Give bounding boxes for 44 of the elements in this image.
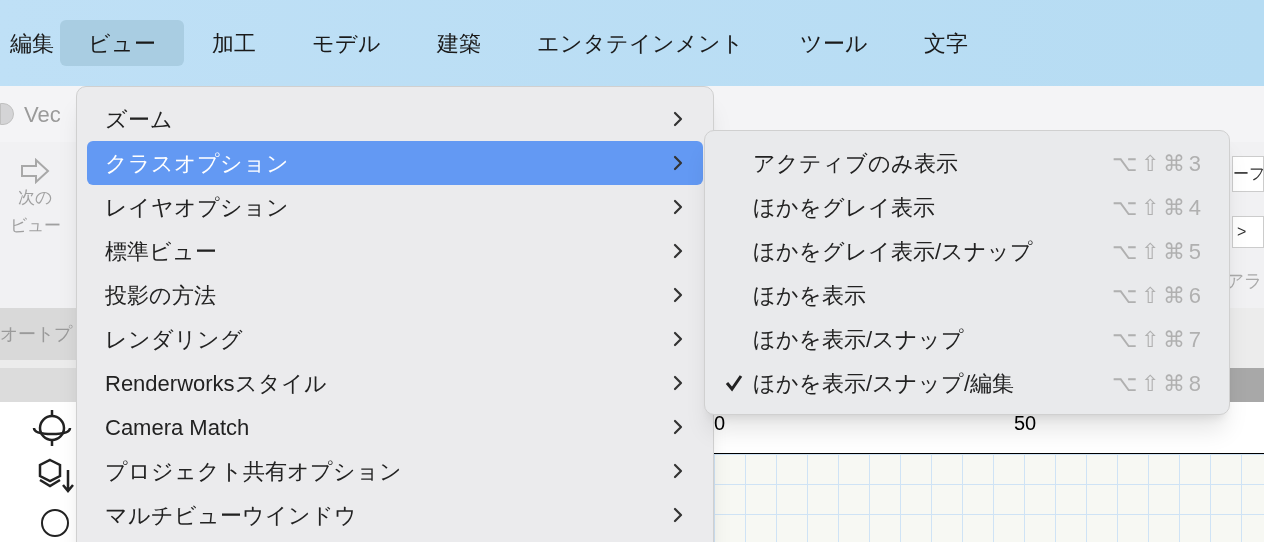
menu-item[interactable]: Camera Match: [87, 405, 703, 449]
menu-bar-item[interactable]: ビュー: [60, 20, 184, 66]
chevron-right-icon: [673, 287, 683, 303]
chevron-right-icon: [673, 507, 683, 523]
panel-label: オートプ: [0, 322, 72, 346]
arrow-right-icon: [20, 158, 50, 184]
chevron-right-icon: [673, 331, 683, 347]
menu-item[interactable]: Renderworksスタイル: [87, 361, 703, 405]
menu-bar-item[interactable]: エンタテインメント: [509, 20, 772, 66]
menu-bar-item[interactable]: モデル: [284, 20, 409, 66]
menu-bar-item[interactable]: 建築: [409, 20, 509, 66]
orbit-icon: [30, 408, 74, 448]
ruler-label: 0: [714, 411, 726, 436]
menu-item[interactable]: 投影の方法: [87, 273, 703, 317]
menu-item[interactable]: ほかをグレイ表示 ⌥⇧⌘4: [705, 185, 1229, 229]
chevron-right-icon: [673, 463, 683, 479]
menu-bar-item[interactable]: 文字: [896, 20, 996, 66]
checkmark-icon: [725, 374, 743, 392]
menu-item[interactable]: レンダリング: [87, 317, 703, 361]
menu-item[interactable]: マルチビューウインドウ: [87, 493, 703, 537]
menu-item[interactable]: ほかを表示 ⌥⇧⌘6: [705, 273, 1229, 317]
menu-item[interactable]: プロジェクト共有オプション: [87, 449, 703, 493]
input-field[interactable]: >: [1232, 216, 1264, 248]
chevron-right-icon: [673, 155, 683, 171]
window-button[interactable]: [0, 103, 14, 125]
menu-item[interactable]: ズーム: [87, 97, 703, 141]
chevron-right-icon: [673, 375, 683, 391]
menu-item[interactable]: ほかをグレイ表示/スナップ ⌥⇧⌘5: [705, 229, 1229, 273]
input-field[interactable]: ーフ: [1232, 156, 1264, 192]
menu-item[interactable]: アクティブのみ表示 ⌥⇧⌘3: [705, 141, 1229, 185]
chevron-right-icon: [673, 419, 683, 435]
menu-bar-item[interactable]: 加工: [184, 20, 284, 66]
menu-item[interactable]: 標準ビュー: [87, 229, 703, 273]
circle-icon: [40, 508, 70, 538]
menu-bar-item[interactable]: ツール: [772, 20, 896, 66]
ruler-label: 50: [1014, 411, 1037, 436]
chevron-right-icon: [673, 111, 683, 127]
window-title: Vec: [24, 100, 61, 129]
menu-item[interactable]: レイヤオプション: [87, 185, 703, 229]
chevron-right-icon: [673, 199, 683, 215]
menu-item[interactable]: ほかを表示/スナップ/編集 ⌥⇧⌘8: [705, 361, 1229, 405]
menu-item[interactable]: ほかを表示/スナップ ⌥⇧⌘7: [705, 317, 1229, 361]
menu-bar-item[interactable]: 編集: [4, 20, 60, 66]
chevron-right-icon: [673, 243, 683, 259]
